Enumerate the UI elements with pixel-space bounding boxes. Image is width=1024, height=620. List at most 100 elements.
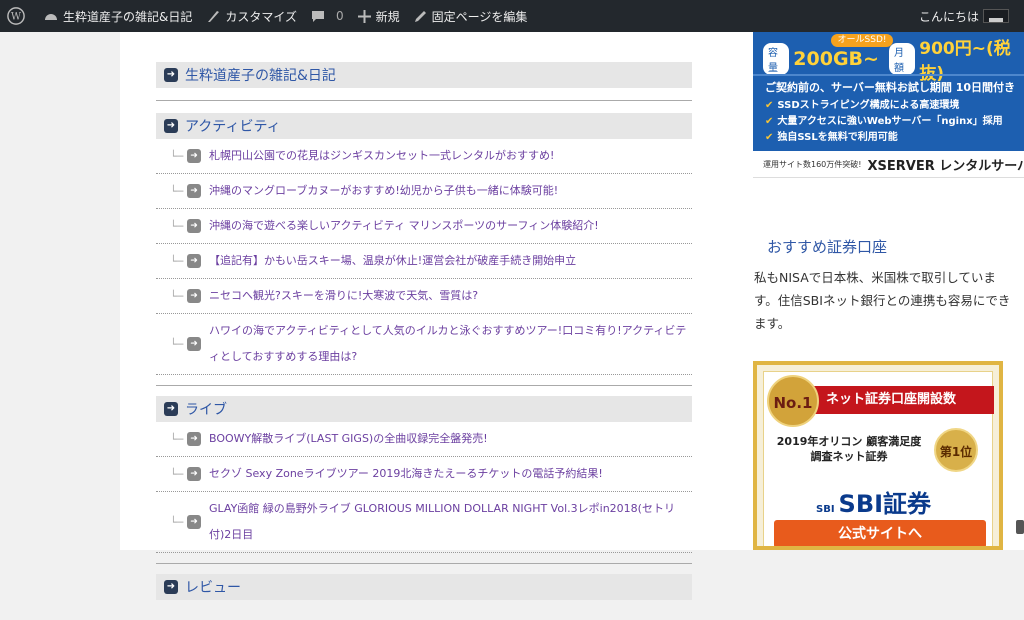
post-list-item[interactable]: └─ ➜ セクゾ Sexy Zoneライブツアー 2019北海きたえーるチケット… xyxy=(156,457,692,492)
feature-item: ✔ 独自SSLを無料で利用可能 xyxy=(765,130,1007,146)
arrow-right-icon: ➜ xyxy=(187,337,201,351)
tree-branch-icon: └─ xyxy=(170,254,184,268)
new-content-menu[interactable]: 新規 xyxy=(351,0,407,32)
customize-label: カスタマイズ xyxy=(225,9,297,24)
arrow-right-icon: ➜ xyxy=(187,149,201,163)
xserver-banner[interactable]: オールSSD! 容量 200GB~ 月額 900円~(税抜) ご契約前の、サーバ… xyxy=(753,32,1024,178)
arrow-right-icon: ➜ xyxy=(164,119,178,133)
tree-branch-icon: └─ xyxy=(170,184,184,198)
category-title: アクティビティ xyxy=(185,119,281,135)
arrow-right-icon: ➜ xyxy=(187,254,201,268)
feature-text: SSDストライピング構成による高速環境 xyxy=(777,100,960,111)
comment-icon xyxy=(312,11,324,22)
arrow-right-icon: ➜ xyxy=(187,184,201,198)
official-site-button[interactable]: 公式サイトへ xyxy=(774,520,986,546)
greeting-label: こんにちは xyxy=(918,9,979,24)
capacity-label: 容量 xyxy=(763,43,790,75)
sites-count: 運用サイト数160万件突破! xyxy=(763,160,862,169)
post-list-item[interactable]: └─ ➜ ハワイの海でアクティビティとして人気のイルカと泳ぐおすすめツアー!口コ… xyxy=(156,314,692,375)
post-list-item[interactable]: └─ ➜ 沖縄の海で遊べる楽しいアクティビティ マリンスポーツのサーフィン体験紹… xyxy=(156,209,692,244)
post-list-item[interactable]: └─ ➜ BOOWY解散ライブ(LAST GIGS)の全曲収録完全盤発売! xyxy=(156,422,692,457)
edit-label: 固定ページを編集 xyxy=(431,9,528,24)
category-list: ➜ 生粋道産子の雑記&日記 ➜ アクティビティ └─ ➜ 札幌円山公園での花見は… xyxy=(156,62,692,620)
capacity-value: 200GB~ xyxy=(793,48,879,70)
category-block: ➜ アクティビティ └─ ➜ 札幌円山公園での花見はジンギスカンセット一式レンタ… xyxy=(156,113,692,386)
feature-list: ✔ SSDストライピング構成による高速環境 ✔ 大量アクセスに強いWebサーバー「n… xyxy=(765,98,1007,146)
my-account-menu[interactable]: こんにちは xyxy=(912,0,1024,32)
post-link[interactable]: 沖縄の海で遊べる楽しいアクティビティ マリンスポーツのサーフィン体験紹介! xyxy=(209,213,599,239)
wordpress-icon: W xyxy=(7,7,25,25)
no1-medal-icon: No.1 xyxy=(767,375,819,427)
trial-text: ご契約前の、サーバー無料お試し期間 10日間付き xyxy=(765,81,1016,94)
brush-icon xyxy=(208,11,220,22)
tree-branch-icon: └─ xyxy=(170,149,184,163)
sbi-logo: SBI SBI証券 xyxy=(816,484,931,519)
arrow-right-icon: ➜ xyxy=(187,515,201,529)
post-list-item[interactable]: └─ ➜ 札幌円山公園での花見はジンギスカンセット一式レンタルがおすすめ! xyxy=(156,139,692,174)
content-area: ➜ 生粋道産子の雑記&日記 ➜ アクティビティ └─ ➜ 札幌円山公園での花見は… xyxy=(120,32,736,600)
divider xyxy=(753,74,1024,76)
feature-item: ✔ SSDストライピング構成による高速環境 xyxy=(765,98,1007,114)
admin-bar: W 生粋道産子の雑記&日記 カスタマイズ 0 新規 固定ページを編集 こんにちは xyxy=(0,0,1024,32)
sbi-ribbon: ネット証券口座開設数 xyxy=(804,386,994,414)
arrow-right-icon: ➜ xyxy=(164,580,178,594)
check-icon: ✔ xyxy=(765,132,774,143)
dashboard-icon xyxy=(45,14,57,20)
check-icon: ✔ xyxy=(765,100,774,111)
tree-branch-icon: └─ xyxy=(170,289,184,303)
award-text: 2019年オリコン 顧客満足度調査ネット証券 xyxy=(776,435,922,463)
xserver-logo: XSERVER レンタルサーバー xyxy=(867,159,1024,174)
customize-link[interactable]: カスタマイズ xyxy=(199,0,304,32)
post-link[interactable]: 【追記有】かもい岳スキー場、温泉が休止!運営会社が破産手続き開始申立 xyxy=(209,248,576,274)
sbi-logo-text: SBI証券 xyxy=(838,490,932,518)
tree-branch-icon: └─ xyxy=(170,467,184,481)
post-link[interactable]: ハワイの海でアクティビティとして人気のイルカと泳ぐおすすめツアー!口コミ有り!ア… xyxy=(209,318,692,370)
category-header[interactable]: ➜ 生粋道産子の雑記&日記 xyxy=(156,62,692,88)
post-list-item[interactable]: └─ ➜ 沖縄のマングローブカヌーがおすすめ!幼児から子供も一緒に体験可能! xyxy=(156,174,692,209)
post-link[interactable]: 沖縄のマングローブカヌーがおすすめ!幼児から子供も一緒に体験可能! xyxy=(209,178,558,204)
feature-text: 大量アクセスに強いWebサーバー「nginx」採用 xyxy=(777,116,1003,127)
category-title: 生粋道産子の雑記&日記 xyxy=(185,68,336,84)
category-header[interactable]: ➜ レビュー xyxy=(156,574,692,600)
post-list-item[interactable]: └─ ➜ 【追記有】かもい岳スキー場、温泉が休止!運営会社が破産手続き開始申立 xyxy=(156,244,692,279)
post-list-item[interactable]: └─ ➜ GLAY函館 緑の島野外ライブ GLORIOUS MILLION DO… xyxy=(156,492,692,553)
check-icon: ✔ xyxy=(765,116,774,127)
tree-branch-icon: └─ xyxy=(170,219,184,233)
pencil-icon xyxy=(414,10,426,22)
post-link[interactable]: セクゾ Sexy Zoneライブツアー 2019北海きたえーるチケットの電話予約… xyxy=(209,461,603,487)
tree-branch-icon: └─ xyxy=(170,337,184,351)
arrow-right-icon: ➜ xyxy=(164,402,178,416)
post-list-item[interactable]: └─ ➜ ニセコへ観光?スキーを滑りに!大寒波で天気、雪質は? xyxy=(156,279,692,314)
comments-link[interactable]: 0 xyxy=(304,0,351,32)
svg-text:W: W xyxy=(11,12,22,23)
category-block: ➜ レビュー xyxy=(156,574,692,610)
edit-page-link[interactable]: 固定ページを編集 xyxy=(407,0,535,32)
price-row: 容量 200GB~ 月額 900円~(税抜) xyxy=(763,39,1024,84)
category-block: ➜ ライブ └─ ➜ BOOWY解散ライブ(LAST GIGS)の全曲収録完全盤… xyxy=(156,396,692,564)
post-link[interactable]: 札幌円山公園での花見はジンギスカンセット一式レンタルがおすすめ! xyxy=(209,143,554,169)
post-link[interactable]: GLAY函館 緑の島野外ライブ GLORIOUS MILLION DOLLAR … xyxy=(209,496,692,548)
site-name-menu[interactable]: 生粋道産子の雑記&日記 xyxy=(37,0,199,32)
widget-title: おすすめ証券口座 xyxy=(767,238,888,256)
price-label: 月額 xyxy=(888,43,916,75)
new-label: 新規 xyxy=(375,9,400,24)
feature-item: ✔ 大量アクセスに強いWebサーバー「nginx」採用 xyxy=(765,114,1007,130)
first-place-medal-icon: 第1位 xyxy=(934,428,978,472)
feature-text: 独自SSLを無料で利用可能 xyxy=(777,132,898,143)
arrow-right-icon: ➜ xyxy=(164,68,178,82)
category-title: レビュー xyxy=(185,580,241,596)
post-link[interactable]: BOOWY解散ライブ(LAST GIGS)の全曲収録完全盤発売! xyxy=(209,426,488,452)
arrow-right-icon: ➜ xyxy=(187,432,201,446)
avatar xyxy=(983,9,1009,23)
sbi-banner[interactable]: ネット証券口座開設数 No.1 2019年オリコン 顧客満足度調査ネット証券 第… xyxy=(753,361,1003,550)
category-header[interactable]: ➜ ライブ xyxy=(156,396,692,422)
arrow-right-icon: ➜ xyxy=(187,467,201,481)
sbi-group-mark: SBI xyxy=(816,504,835,515)
post-link[interactable]: ニセコへ観光?スキーを滑りに!大寒波で天気、雪質は? xyxy=(209,283,478,309)
banner-footer: 運用サイト数160万件突破! XSERVER レンタルサーバー xyxy=(753,151,1024,177)
wordpress-logo[interactable]: W xyxy=(0,0,37,32)
arrow-right-icon: ➜ xyxy=(187,289,201,303)
category-header[interactable]: ➜ アクティビティ xyxy=(156,113,692,139)
tree-branch-icon: └─ xyxy=(170,515,184,529)
scroll-handle[interactable] xyxy=(1016,520,1024,534)
